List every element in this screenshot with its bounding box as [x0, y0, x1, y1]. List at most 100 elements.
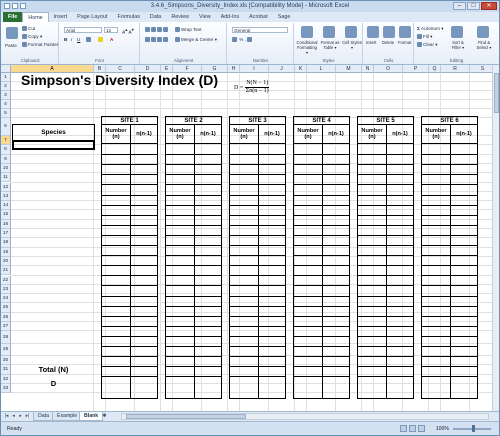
sort-filter-button[interactable]: Sort & Filter ▾: [447, 40, 469, 50]
merge-center-button[interactable]: Merge & Center ▾: [175, 37, 217, 43]
tab-insert[interactable]: Insert: [49, 12, 72, 22]
align-left-buttons[interactable]: [145, 37, 169, 43]
row-header-25[interactable]: 25: [1, 303, 11, 313]
row-header-3[interactable]: 3: [1, 91, 11, 100]
row-header-33[interactable]: 33: [1, 383, 11, 394]
column-header-q[interactable]: Q: [429, 65, 441, 73]
row-header-6[interactable]: 6: [1, 118, 11, 136]
column-header-k[interactable]: K: [295, 65, 307, 73]
maximize-button[interactable]: □: [467, 2, 480, 10]
prev-sheet-button[interactable]: ◂: [10, 413, 17, 420]
quick-access-toolbar[interactable]: [4, 3, 26, 9]
active-cell-a7[interactable]: [12, 140, 95, 150]
copy-button[interactable]: Copy ▾: [22, 34, 42, 40]
format-cells-icon[interactable]: [399, 26, 411, 38]
format-painter-button[interactable]: Format Painter: [22, 42, 58, 48]
tab-sage[interactable]: Sage: [273, 12, 296, 22]
conditional-formatting-button[interactable]: Conditional Formatting ▾: [296, 40, 318, 55]
row-header-29[interactable]: 29: [1, 344, 11, 356]
sheet-tab-data[interactable]: Data: [33, 412, 54, 421]
row-header-30[interactable]: 30: [1, 356, 11, 366]
underline-button[interactable]: U: [77, 37, 80, 43]
select-all-corner[interactable]: [1, 65, 11, 73]
column-header-n[interactable]: N: [362, 65, 374, 73]
row-header-31[interactable]: 31: [1, 365, 11, 375]
font-color-button[interactable]: A: [110, 37, 113, 43]
row-header-16[interactable]: 16: [1, 219, 11, 229]
row-header-19[interactable]: 19: [1, 247, 11, 257]
cut-button[interactable]: Cut: [22, 26, 35, 32]
tab-add-ins[interactable]: Add-Ins: [216, 12, 245, 22]
row-header-17[interactable]: 17: [1, 229, 11, 239]
clear-button[interactable]: Clear ▾: [417, 42, 438, 48]
fill-button[interactable]: Fill ▾: [417, 34, 432, 40]
row-header-14[interactable]: 14: [1, 201, 11, 211]
borders-button[interactable]: [86, 37, 92, 43]
grow-font-button[interactable]: A▴ A▾: [122, 27, 134, 36]
horizontal-scroll-thumb[interactable]: [126, 414, 246, 419]
font-name-select[interactable]: Arial: [64, 27, 102, 33]
row-header-10[interactable]: 10: [1, 163, 11, 174]
autosum-button[interactable]: Σ AutoSum ▾: [417, 26, 444, 32]
row-header-20[interactable]: 20: [1, 256, 11, 267]
row-header-22[interactable]: 22: [1, 275, 11, 285]
number-format-select[interactable]: General: [232, 27, 288, 33]
fill-color-button[interactable]: [98, 37, 104, 43]
column-header-h[interactable]: H: [228, 65, 240, 73]
column-header-l[interactable]: L: [307, 65, 336, 73]
insert-button[interactable]: Insert: [366, 40, 376, 46]
horizontal-scrollbar[interactable]: [121, 413, 489, 420]
first-sheet-button[interactable]: |◂: [3, 413, 10, 420]
italic-button[interactable]: I: [71, 37, 72, 43]
row-header-32[interactable]: 32: [1, 374, 11, 384]
tab-acrobat[interactable]: Acrobat: [244, 12, 273, 22]
column-header-p[interactable]: P: [403, 65, 429, 73]
column-header-j[interactable]: J: [269, 65, 295, 73]
save-icon[interactable]: [4, 3, 10, 9]
row-header-28[interactable]: 28: [1, 331, 11, 344]
column-header-r[interactable]: R: [441, 65, 470, 73]
row-header-2[interactable]: 2: [1, 82, 11, 91]
row-header-1[interactable]: 1: [1, 73, 11, 82]
format-table-icon[interactable]: [323, 26, 335, 38]
tab-page-layout[interactable]: Page Layout: [72, 12, 112, 22]
format-button[interactable]: Format: [398, 40, 411, 46]
wrap-text-button[interactable]: Wrap Text: [175, 27, 202, 33]
sheet-tab-example[interactable]: Example: [52, 412, 83, 421]
row-header-9[interactable]: 9: [1, 154, 11, 164]
align-top-buttons[interactable]: [145, 27, 169, 33]
cell-styles-button[interactable]: Cell Styles ▾: [342, 40, 362, 50]
vertical-scroll-thumb[interactable]: [494, 73, 499, 113]
sort-filter-icon[interactable]: [451, 26, 463, 38]
page-break-view-icon[interactable]: [418, 425, 425, 432]
column-header-o[interactable]: O: [374, 65, 403, 73]
tab-review[interactable]: Review: [166, 12, 194, 22]
paste-button[interactable]: Paste: [5, 43, 17, 49]
row-header-7[interactable]: 7: [1, 136, 11, 146]
row-header-12[interactable]: 12: [1, 182, 11, 192]
bold-button[interactable]: B: [64, 37, 67, 43]
delete-cells-icon[interactable]: [383, 26, 395, 38]
undo-icon[interactable]: [12, 3, 18, 9]
row-header-18[interactable]: 18: [1, 238, 11, 248]
font-size-select[interactable]: 12: [104, 27, 118, 33]
next-sheet-button[interactable]: ▸: [17, 413, 24, 420]
number-format-buttons[interactable]: % ,: [232, 37, 253, 43]
format-as-table-button[interactable]: Format as Table ▾: [319, 40, 341, 50]
cell-styles-icon[interactable]: [345, 26, 357, 38]
tab-view[interactable]: View: [194, 12, 216, 22]
row-header-27[interactable]: 27: [1, 322, 11, 331]
new-sheet-icon[interactable]: ✱: [101, 413, 108, 420]
minimize-button[interactable]: –: [453, 2, 466, 10]
tab-formulas[interactable]: Formulas: [112, 12, 144, 22]
zoom-slider-knob[interactable]: [472, 425, 475, 432]
tab-data[interactable]: Data: [145, 12, 166, 22]
column-header-i[interactable]: I: [240, 65, 269, 73]
row-header-11[interactable]: 11: [1, 173, 11, 183]
normal-view-icon[interactable]: [400, 425, 407, 432]
column-header-s[interactable]: S: [470, 65, 492, 73]
zoom-level[interactable]: 100%: [436, 422, 449, 436]
row-header-8[interactable]: 8: [1, 145, 11, 155]
row-header-23[interactable]: 23: [1, 284, 11, 295]
view-buttons[interactable]: [400, 425, 425, 432]
